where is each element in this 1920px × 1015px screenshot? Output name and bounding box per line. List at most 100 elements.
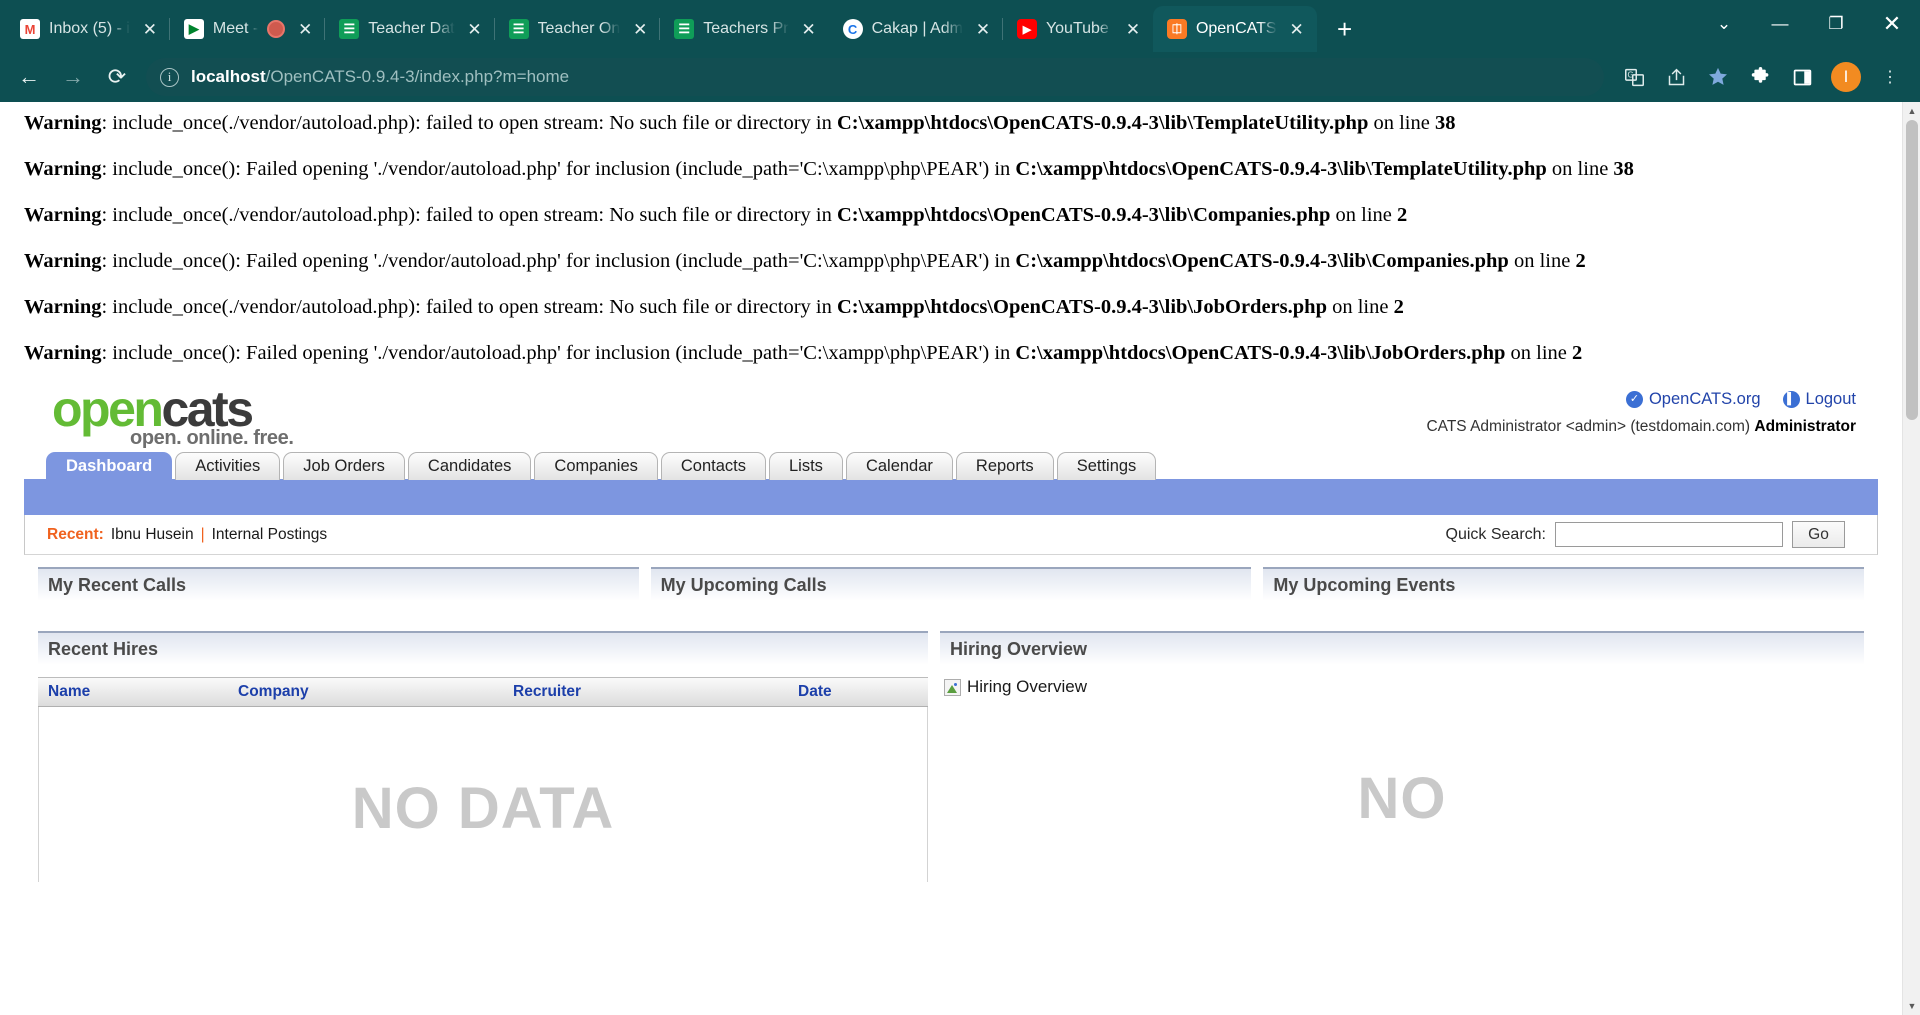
tab-activities[interactable]: Activities: [175, 452, 281, 481]
tab-search-chevron-icon[interactable]: ⌄: [1696, 0, 1752, 48]
xampp-icon: ⎅: [1166, 19, 1187, 39]
tab-strip: M Inbox (5) - i ✕ ▶ Meet - ✕ ☰ Teacher D…: [0, 0, 1920, 52]
warning-line: 2: [1572, 342, 1583, 365]
google-sheets-icon: ☰: [508, 19, 529, 39]
reload-icon[interactable]: ⟳: [96, 56, 138, 98]
close-tab-icon[interactable]: ✕: [972, 18, 994, 40]
warning-text: : include_once(./vendor/autoload.php): f…: [101, 112, 837, 134]
forward-icon[interactable]: →: [52, 56, 94, 98]
tab-dashboard[interactable]: Dashboard: [46, 452, 173, 481]
column-header-recruiter[interactable]: Recruiter: [503, 683, 788, 701]
warning-text: : include_once(./vendor/autoload.php): f…: [101, 204, 837, 227]
no-data-watermark: NO: [1357, 766, 1447, 832]
share-icon[interactable]: [1656, 57, 1696, 97]
quick-search-go-button[interactable]: Go: [1792, 521, 1845, 549]
panel-my-recent-calls: My Recent Calls: [38, 567, 639, 602]
profile-avatar[interactable]: I: [1831, 62, 1861, 92]
recent-hires-table-header: Name Company Recruiter Date: [38, 677, 928, 708]
recent-label: Recent:: [47, 525, 104, 543]
site-info-icon[interactable]: i: [160, 67, 179, 87]
tab-contacts[interactable]: Contacts: [660, 452, 766, 481]
column-header-date[interactable]: Date: [788, 683, 928, 701]
cakap-icon: C: [842, 19, 863, 39]
recent-hires-table-body: NO DATA: [38, 707, 928, 883]
tab-calendar[interactable]: Calendar: [845, 452, 953, 481]
close-tab-icon[interactable]: ✕: [798, 18, 820, 40]
power-icon: ▌: [1782, 391, 1800, 409]
logout-link[interactable]: ▌ Logout: [1782, 390, 1856, 409]
browser-tab[interactable]: ▶ YouTube ✕: [1003, 6, 1153, 52]
warning-line: 38: [1434, 112, 1456, 134]
scrollbar-thumb[interactable]: [1906, 120, 1918, 420]
close-tab-icon[interactable]: ✕: [464, 18, 486, 40]
browser-tab-active[interactable]: ⎅ OpenCATS ✕: [1152, 6, 1317, 52]
tab-lists[interactable]: Lists: [769, 452, 843, 481]
back-icon[interactable]: ←: [8, 56, 50, 98]
current-user-info: CATS Administrator <admin> (testdomain.c…: [1426, 418, 1856, 436]
column-header-company[interactable]: Company: [228, 683, 503, 701]
user-role: Administrator: [1754, 418, 1856, 436]
warning-label: Warning: [24, 204, 102, 227]
url-path: /OpenCATS-0.9.4-3/index.php?m=home: [265, 67, 570, 86]
column-header-name[interactable]: Name: [38, 683, 228, 701]
php-warning: Warning: include_once(./vendor/autoload.…: [24, 294, 1878, 321]
logout-label: Logout: [1805, 390, 1856, 409]
broken-image-icon: [944, 678, 961, 696]
close-tab-icon[interactable]: ✕: [1122, 18, 1144, 40]
extensions-puzzle-icon[interactable]: [1740, 57, 1780, 97]
close-tab-icon[interactable]: ✕: [1286, 18, 1308, 40]
scroll-down-arrow-icon[interactable]: ▼: [1903, 997, 1920, 1015]
recent-item-link[interactable]: Internal Postings: [212, 526, 327, 544]
browser-chrome: M Inbox (5) - i ✕ ▶ Meet - ✕ ☰ Teacher D…: [0, 0, 1920, 102]
youtube-icon: ▶: [1016, 19, 1037, 39]
browser-tab[interactable]: ☰ Teacher Dat ✕: [325, 6, 495, 52]
url-host: localhost: [191, 67, 266, 86]
warning-path: C:\xampp\htdocs\OpenCATS-0.9.4-3\lib\Com…: [1015, 250, 1509, 273]
close-tab-icon[interactable]: ✕: [629, 18, 651, 40]
maximize-button[interactable]: ❐: [1808, 0, 1864, 48]
minimize-button[interactable]: —: [1752, 0, 1808, 48]
warning-label: Warning: [24, 250, 102, 273]
header-right: ✓ OpenCATS.org ▌ Logout CATS Administrat…: [1426, 390, 1856, 436]
panel-my-upcoming-events: My Upcoming Events: [1263, 567, 1865, 602]
browser-tab[interactable]: M Inbox (5) - i ✕: [6, 6, 170, 52]
tab-title: OpenCATS: [1195, 20, 1277, 37]
browser-tab[interactable]: ☰ Teachers Pr ✕: [660, 6, 828, 52]
warning-text-tail: on line: [1368, 112, 1435, 134]
tab-settings[interactable]: Settings: [1056, 452, 1157, 481]
side-panel-icon[interactable]: [1782, 57, 1822, 97]
browser-menu-icon[interactable]: ⋮: [1870, 57, 1910, 97]
page-scrollbar[interactable]: ▲ ▼: [1902, 102, 1920, 1015]
quick-search-input[interactable]: [1555, 522, 1783, 548]
new-tab-button[interactable]: +: [1327, 11, 1363, 47]
nav-accent-bar: [24, 479, 1878, 516]
panel-hiring-overview: Hiring Overview Hiring Overview NO: [940, 631, 1864, 872]
tab-reports[interactable]: Reports: [955, 452, 1054, 481]
warning-label: Warning: [24, 158, 102, 181]
bookmark-star-icon[interactable]: [1698, 57, 1738, 97]
warning-label: Warning: [24, 342, 102, 365]
tab-candidates[interactable]: Candidates: [407, 452, 532, 481]
close-tab-icon[interactable]: ✕: [294, 18, 316, 40]
scroll-up-arrow-icon[interactable]: ▲: [1903, 102, 1920, 120]
address-bar[interactable]: i localhost/OpenCATS-0.9.4-3/index.php?m…: [146, 58, 1604, 96]
gmail-icon: M: [20, 19, 40, 39]
browser-tab[interactable]: ☰ Teacher On ✕: [495, 6, 661, 52]
browser-tab[interactable]: ▶ Meet - ✕: [170, 6, 326, 52]
tab-job-orders[interactable]: Job Orders: [283, 452, 405, 481]
php-warning: Warning: include_once(./vendor/autoload.…: [24, 110, 1878, 137]
warning-text-tail: on line: [1505, 342, 1573, 365]
warning-path: C:\xampp\htdocs\OpenCATS-0.9.4-3\lib\Job…: [836, 296, 1327, 319]
recent-item-link[interactable]: Ibnu Husein: [111, 526, 194, 544]
panel-title: Recent Hires: [38, 631, 928, 666]
translate-icon[interactable]: G: [1614, 57, 1654, 97]
warning-text: : include_once(): Failed opening './vend…: [101, 158, 1016, 181]
close-tab-icon[interactable]: ✕: [139, 18, 161, 40]
opencats-org-link[interactable]: ✓ OpenCATS.org: [1625, 390, 1761, 409]
warning-line: 2: [1397, 204, 1408, 227]
tab-companies[interactable]: Companies: [534, 452, 658, 481]
warning-line: 38: [1613, 158, 1634, 181]
browser-tab[interactable]: C Cakap | Adm ✕: [829, 6, 1004, 52]
close-window-button[interactable]: ✕: [1864, 0, 1920, 48]
broken-image-alt-text: Hiring Overview: [967, 677, 1087, 697]
